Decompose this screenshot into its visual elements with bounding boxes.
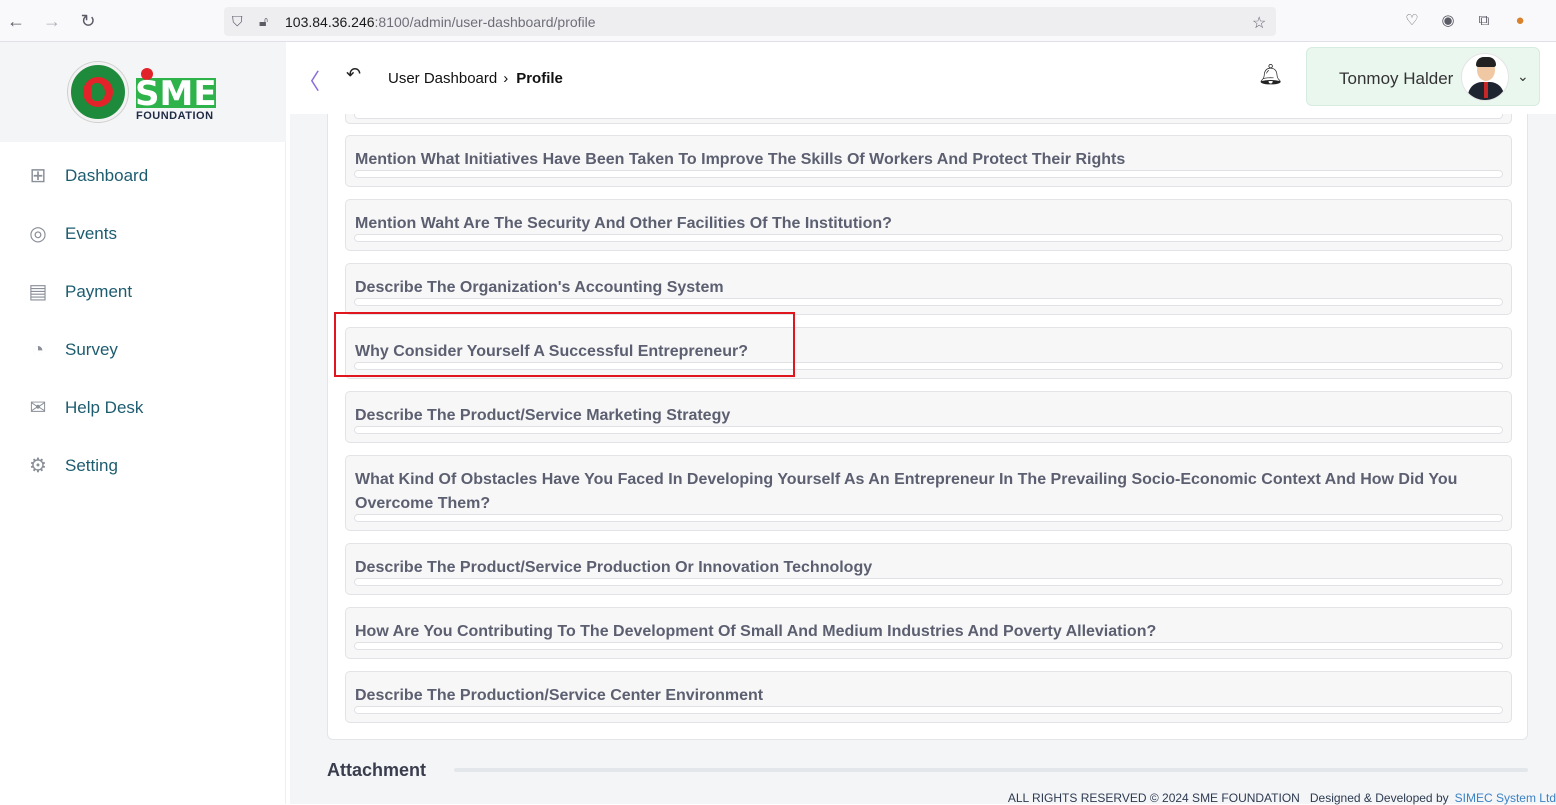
notification-bell-icon[interactable]: 🔔︎	[1258, 62, 1283, 87]
copyright-text: ALL RIGHTS RESERVED © 2024 SME FOUNDATIO…	[1007, 791, 1300, 805]
question-item: Describe The Product/Service Production …	[345, 543, 1512, 595]
sidebar-item-label: Survey	[65, 340, 118, 359]
answer-field[interactable]	[354, 706, 1503, 714]
footer: ALL RIGHTS RESERVED © 2024 SME FOUNDATIO…	[290, 780, 1556, 805]
question-title: Mention What Initiatives Have Been Taken…	[355, 151, 1126, 168]
question-item	[345, 114, 1512, 124]
government-emblem-logo	[68, 62, 128, 122]
grid-icon: ⊞	[29, 165, 47, 187]
survey-card: Mention What Initiatives Have Been Taken…	[327, 114, 1528, 740]
extension-badge-icon[interactable]: ●	[1510, 11, 1530, 31]
sidebar-item-label: Payment	[65, 282, 133, 301]
pocket-icon[interactable]: ♡	[1402, 11, 1422, 31]
question-item: How Are You Contributing To The Developm…	[345, 607, 1512, 659]
answer-field[interactable]	[354, 514, 1503, 522]
attachment-heading: Attachment	[327, 760, 427, 780]
shield-icon[interactable]: ⛉	[232, 13, 243, 30]
chevron-right-icon: ›	[503, 70, 509, 87]
address-bar[interactable]: ⛉ 🔓︎ 103.84.36.246:8100/admin/user-dashb…	[224, 7, 1276, 36]
answer-field[interactable]	[354, 426, 1503, 434]
sidebar-item-label: Events	[65, 224, 117, 243]
answer-field[interactable]	[354, 114, 1503, 119]
payment-icon: ▤	[28, 281, 48, 303]
sme-foundation-logo[interactable]: SME FOUNDATION	[135, 68, 219, 122]
question-title: What Kind Of Obstacles Have You Faced In…	[355, 471, 1458, 512]
account-icon[interactable]: ◉	[1438, 11, 1458, 31]
company-link[interactable]: SIMEC System Ltd	[1455, 791, 1556, 805]
question-title: Describe The Product/Service Marketing S…	[355, 407, 731, 424]
sidebar-item-setting[interactable]: ⚙ Setting	[0, 437, 286, 495]
breadcrumb-current: Profile	[516, 70, 563, 87]
question-item: What Kind Of Obstacles Have You Faced In…	[345, 455, 1512, 531]
question-title: Describe The Organization's Accounting S…	[355, 279, 724, 296]
extensions-icon[interactable]: ⧉	[1474, 11, 1494, 31]
sidebar-item-payment[interactable]: ▤ Payment	[0, 263, 286, 321]
insecure-lock-icon[interactable]: 🔓︎	[259, 13, 268, 30]
user-menu[interactable]: Tonmoy Halder ⌄	[1306, 47, 1540, 106]
user-name: Tonmoy Halder	[1339, 69, 1454, 88]
reload-icon[interactable]: ↻	[77, 10, 99, 32]
top-header: 〈 ↶ User Dashboard › Profile 🔔︎ Tonmoy Hal…	[286, 42, 1556, 114]
chevron-down-icon: ⌄	[1517, 68, 1529, 84]
question-item: Mention What Initiatives Have Been Taken…	[345, 135, 1512, 187]
sidebar-item-label: Setting	[65, 456, 118, 475]
designed-by-text: Designed & Developed by	[1309, 791, 1449, 805]
question-title: How Are You Contributing To The Developm…	[355, 623, 1157, 640]
avatar	[1461, 53, 1509, 101]
sidebar-item-help-desk[interactable]: ✉ Help Desk	[0, 379, 286, 437]
back-icon[interactable]: ↶	[346, 64, 361, 85]
breadcrumb: User Dashboard › Profile	[388, 70, 563, 87]
breadcrumb-parent[interactable]: User Dashboard	[388, 70, 497, 87]
answer-field[interactable]	[354, 578, 1503, 586]
question-title: Mention Waht Are The Security And Other …	[355, 215, 892, 232]
question-item: Describe The Product/Service Marketing S…	[345, 391, 1512, 443]
bookmark-star-icon[interactable]: ☆	[1252, 13, 1266, 33]
main-content: Mention What Initiatives Have Been Taken…	[290, 114, 1556, 780]
answer-field[interactable]	[354, 170, 1503, 178]
sidebar-item-label: Dashboard	[65, 166, 149, 185]
footer-text: ALL RIGHTS RESERVED © 2024 SME FOUNDATIO…	[1008, 791, 1556, 805]
question-item: Describe The Organization's Accounting S…	[345, 263, 1512, 315]
url-text: 103.84.36.246:8100/admin/user-dashboard/…	[285, 14, 596, 30]
mail-icon: ✉	[29, 397, 47, 419]
answer-field[interactable]	[354, 234, 1503, 242]
sidebar-item-events[interactable]: ◎ Events	[0, 205, 286, 263]
sidebar-item-dashboard[interactable]: ⊞ Dashboard	[0, 147, 286, 205]
sidebar-menu: ⊞ Dashboard ◎ Events ▤ Payment ◔ Survey …	[0, 147, 286, 495]
back-arrow-icon[interactable]: ←	[5, 10, 27, 32]
logo-area: SME FOUNDATION	[0, 42, 286, 142]
events-icon: ◎	[29, 223, 47, 245]
pie-chart-icon: ◔	[31, 339, 45, 361]
question-title: Describe The Product/Service Production …	[355, 559, 873, 576]
question-title: Describe The Production/Service Center E…	[355, 687, 764, 704]
sidebar: SME FOUNDATION ⊞ Dashboard ◎ Events ▤ Pa…	[0, 42, 286, 804]
answer-field[interactable]	[354, 642, 1503, 650]
question-item: Mention Waht Are The Security And Other …	[345, 199, 1512, 251]
question-item: Describe The Production/Service Center E…	[345, 671, 1512, 723]
collapse-sidebar-icon[interactable]: 〈	[298, 64, 320, 96]
highlight-box	[334, 312, 795, 377]
browser-toolbar: ← → ↻ ⛉ 🔓︎ 103.84.36.246:8100/admin/user…	[0, 0, 1556, 42]
sidebar-item-label: Help Desk	[65, 398, 144, 417]
gear-icon: ⚙	[29, 455, 47, 477]
answer-field[interactable]	[354, 298, 1503, 306]
sidebar-item-survey[interactable]: ◔ Survey	[0, 321, 286, 379]
forward-arrow-icon[interactable]: →	[41, 10, 63, 32]
divider	[454, 768, 1528, 772]
